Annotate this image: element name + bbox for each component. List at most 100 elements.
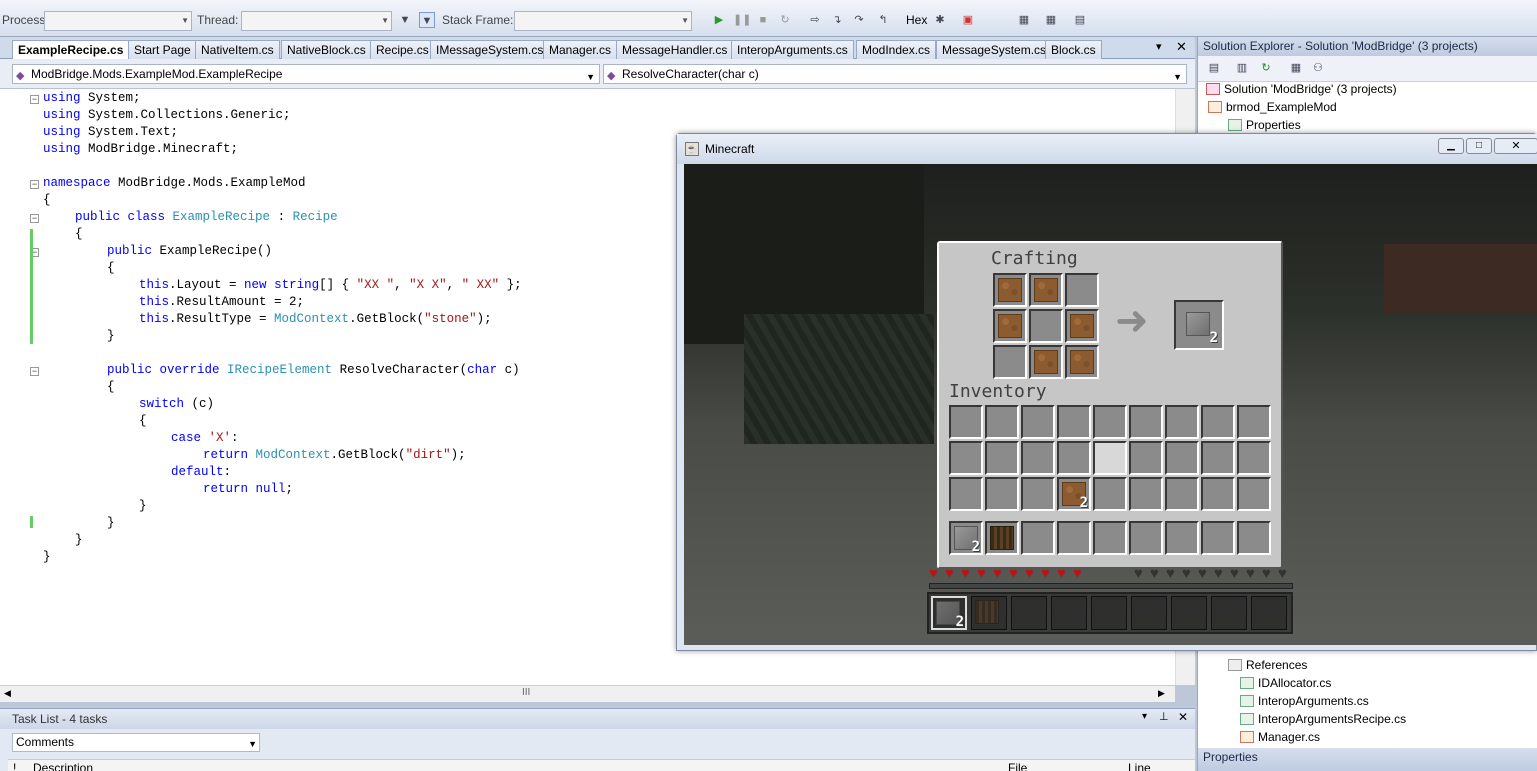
minimize-icon[interactable]: ▁ xyxy=(1438,138,1464,154)
inventory-slot[interactable] xyxy=(1237,477,1271,511)
hex-button[interactable]: Hex xyxy=(906,13,927,27)
inventory-slot[interactable] xyxy=(1129,405,1163,439)
inventory-slot[interactable] xyxy=(1093,405,1127,439)
class-diagram-icon[interactable]: ⚇ xyxy=(1310,60,1326,76)
fold-toggle[interactable]: − xyxy=(30,180,39,189)
inventory-slot[interactable] xyxy=(985,477,1019,511)
hotbar-slot[interactable] xyxy=(1057,521,1091,555)
stack-frame-combo[interactable]: ▼ xyxy=(514,11,692,31)
hotbar-slot[interactable]: 2 xyxy=(949,521,983,555)
show-all-files-icon[interactable]: ▥ xyxy=(1234,60,1250,76)
inventory-slot[interactable] xyxy=(1021,477,1055,511)
thread-combo[interactable]: ▼ xyxy=(241,11,392,31)
registers-icon[interactable]: ▦ xyxy=(1043,12,1059,28)
editor-horizontal-scrollbar[interactable]: ◀ III ▶ xyxy=(0,685,1175,702)
tab-start-page[interactable]: Start Page xyxy=(128,40,197,59)
tree-item-project[interactable]: brmod_ExampleMod xyxy=(1208,99,1337,115)
inventory-slot[interactable] xyxy=(949,477,983,511)
disassembly-icon[interactable]: ▤ xyxy=(1072,12,1088,28)
scroll-right-icon[interactable]: ▶ xyxy=(1158,688,1165,699)
filter-icon[interactable]: ▼ xyxy=(397,12,413,28)
inventory-slot[interactable]: 2 xyxy=(1057,477,1091,511)
restart-icon[interactable]: ↻ xyxy=(777,12,793,28)
tree-item-file[interactable]: InteropArgumentsRecipe.cs xyxy=(1240,711,1406,727)
inventory-slot[interactable] xyxy=(1237,441,1271,475)
crafting-slot[interactable] xyxy=(1065,309,1099,343)
crafting-slot[interactable] xyxy=(1029,345,1063,379)
show-next-statement-icon[interactable]: ⇨ xyxy=(807,12,823,28)
close-icon[interactable]: ✕ xyxy=(1178,710,1188,724)
tab-nativeblock[interactable]: NativeBlock.cs xyxy=(281,40,372,59)
hotbar-slot[interactable] xyxy=(985,521,1019,555)
inventory-slot[interactable] xyxy=(1201,477,1235,511)
memory-icon[interactable]: ▦ xyxy=(1016,12,1032,28)
col-file[interactable]: File xyxy=(1008,761,1027,771)
tab-nativeitem[interactable]: NativeItem.cs xyxy=(195,40,280,59)
tab-messagehandler[interactable]: MessageHandler.cs xyxy=(616,40,734,59)
result-slot[interactable]: 2 xyxy=(1174,300,1224,350)
inventory-slot[interactable] xyxy=(1057,441,1091,475)
crafting-slot[interactable] xyxy=(993,273,1027,307)
pin-icon[interactable]: ⊥ xyxy=(1159,710,1169,723)
crafting-slot[interactable] xyxy=(993,309,1027,343)
inventory-slot[interactable] xyxy=(1129,441,1163,475)
inventory-slot[interactable] xyxy=(1165,477,1199,511)
tree-item-properties[interactable]: Properties xyxy=(1228,117,1301,133)
inventory-slot[interactable] xyxy=(1165,405,1199,439)
dropdown-icon[interactable]: ▾ xyxy=(1142,711,1147,722)
maximize-icon[interactable]: □ xyxy=(1466,138,1492,154)
tab-examplerecipe[interactable]: ExampleRecipe.cs xyxy=(12,40,130,60)
hotbar-slot[interactable] xyxy=(1165,521,1199,555)
fold-toggle[interactable]: − xyxy=(30,367,39,376)
process-combo[interactable]: ▼ xyxy=(44,11,192,31)
inventory-slot[interactable] xyxy=(1093,441,1127,475)
tab-dropdown-icon[interactable]: ▾ xyxy=(1156,40,1162,53)
fold-toggle[interactable]: − xyxy=(30,214,39,223)
inventory-slot[interactable] xyxy=(1057,405,1091,439)
member-combo[interactable]: ◆ ResolveCharacter(char c) ▼ xyxy=(603,64,1187,84)
step-over-icon[interactable]: ↷ xyxy=(851,12,867,28)
scroll-left-icon[interactable]: ◀ xyxy=(4,688,11,699)
minecraft-window[interactable]: ☕ Minecraft ▁ □ ✕ Crafting ➜ 2 Inventory… xyxy=(676,133,1537,651)
task-filter-combo[interactable]: Comments ▼ xyxy=(12,733,260,752)
tree-item-file[interactable]: IDAllocator.cs xyxy=(1240,675,1331,691)
fold-toggle[interactable]: − xyxy=(30,95,39,104)
tab-modindex[interactable]: ModIndex.cs xyxy=(856,40,937,59)
inventory-slot[interactable] xyxy=(1129,477,1163,511)
tab-recipe[interactable]: Recipe.cs xyxy=(370,40,435,59)
inventory-slot[interactable] xyxy=(1201,405,1235,439)
type-combo[interactable]: ◆ ModBridge.Mods.ExampleMod.ExampleRecip… xyxy=(12,64,600,84)
inventory-slot[interactable] xyxy=(1237,405,1271,439)
crafting-slot[interactable] xyxy=(1029,309,1063,343)
close-icon[interactable]: ✕ xyxy=(1494,138,1537,154)
inventory-slot[interactable] xyxy=(1201,441,1235,475)
flag-icon[interactable]: ▼ xyxy=(419,12,435,28)
crafting-slot[interactable] xyxy=(993,345,1027,379)
hotbar-slot[interactable] xyxy=(1093,521,1127,555)
inventory-slot[interactable] xyxy=(1165,441,1199,475)
windows-icon[interactable]: ▣ xyxy=(960,12,976,28)
tab-manager[interactable]: Manager.cs xyxy=(543,40,618,59)
minecraft-game-view[interactable]: Crafting ➜ 2 Inventory 2 2 ♥ ♥ ♥ ♥ ♥ ♥ ♥ ♥ ♥ ♥ ♥ ♥… xyxy=(684,164,1537,645)
tree-item-file[interactable]: InteropArguments.cs xyxy=(1240,693,1369,709)
hotbar-slot[interactable] xyxy=(1237,521,1271,555)
crafting-slot[interactable] xyxy=(1065,273,1099,307)
inventory-slot[interactable] xyxy=(985,405,1019,439)
crafting-slot[interactable] xyxy=(1065,345,1099,379)
step-out-icon[interactable]: ↰ xyxy=(875,12,891,28)
continue-icon[interactable]: ▶ xyxy=(711,12,727,28)
tab-messagesystem[interactable]: MessageSystem.cs xyxy=(936,40,1053,59)
inventory-slot[interactable] xyxy=(949,405,983,439)
tab-interoparguments[interactable]: InteropArguments.cs xyxy=(731,40,854,59)
inventory-slot[interactable] xyxy=(1021,441,1055,475)
scroll-grip[interactable]: III xyxy=(522,687,530,698)
inventory-slot[interactable] xyxy=(1021,405,1055,439)
col-priority[interactable]: ! xyxy=(13,761,16,771)
tab-imessagesystem[interactable]: IMessageSystem.cs xyxy=(430,40,550,59)
hotbar-slot[interactable] xyxy=(1201,521,1235,555)
inventory-slot[interactable] xyxy=(1093,477,1127,511)
tree-item-file[interactable]: Manager.cs xyxy=(1240,729,1320,745)
hotbar-slot[interactable] xyxy=(1021,521,1055,555)
breakpoints-icon[interactable]: ✱ xyxy=(932,12,948,28)
refresh-icon[interactable]: ↻ xyxy=(1258,60,1274,76)
